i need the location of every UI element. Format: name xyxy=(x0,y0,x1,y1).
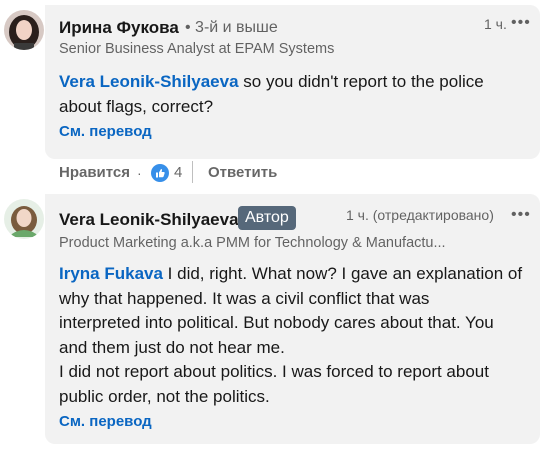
reply-button[interactable]: Ответить xyxy=(208,164,277,181)
user-avatar-icon[interactable] xyxy=(4,10,44,50)
reaction-count[interactable]: 4 xyxy=(174,164,182,181)
comment-author-name[interactable]: Vera Leonik-Shilyaeva xyxy=(59,210,239,230)
author-badge: Автор xyxy=(238,206,296,230)
actions-divider xyxy=(192,161,193,183)
more-options-icon[interactable]: ••• xyxy=(511,14,531,32)
mention-link[interactable]: Vera Leonik-Shilyaeva xyxy=(59,72,239,91)
like-reaction-icon[interactable] xyxy=(151,164,169,182)
mention-link[interactable]: Iryna Fukava xyxy=(59,264,163,283)
see-translation-link[interactable]: См. перевод xyxy=(59,413,152,430)
like-button[interactable]: Нравится xyxy=(59,164,130,181)
comments-thread: Ирина Фукова • 3-й и выше 1 ч. ••• Senio… xyxy=(0,0,550,455)
comment-text: Vera Leonik-Shilyaeva so you didn't repo… xyxy=(59,72,484,116)
author-headline: Senior Business Analyst at EPAM Systems xyxy=(59,41,335,57)
author-headline: Product Marketing a.k.a PMM for Technolo… xyxy=(59,235,446,251)
comment-text: Iryna Fukava I did, right. What now? I g… xyxy=(59,264,523,406)
user-avatar-icon[interactable] xyxy=(4,199,44,239)
see-translation-link[interactable]: См. перевод xyxy=(59,123,152,140)
connection-degree: • 3-й и выше xyxy=(185,19,278,36)
more-options-icon[interactable]: ••• xyxy=(511,206,531,224)
separator-dot: · xyxy=(137,165,142,181)
comment-author-name[interactable]: Ирина Фукова xyxy=(59,18,179,38)
comment-timestamp: 1 ч. (отредактировано) xyxy=(346,207,494,223)
comment-timestamp: 1 ч. xyxy=(484,16,507,32)
